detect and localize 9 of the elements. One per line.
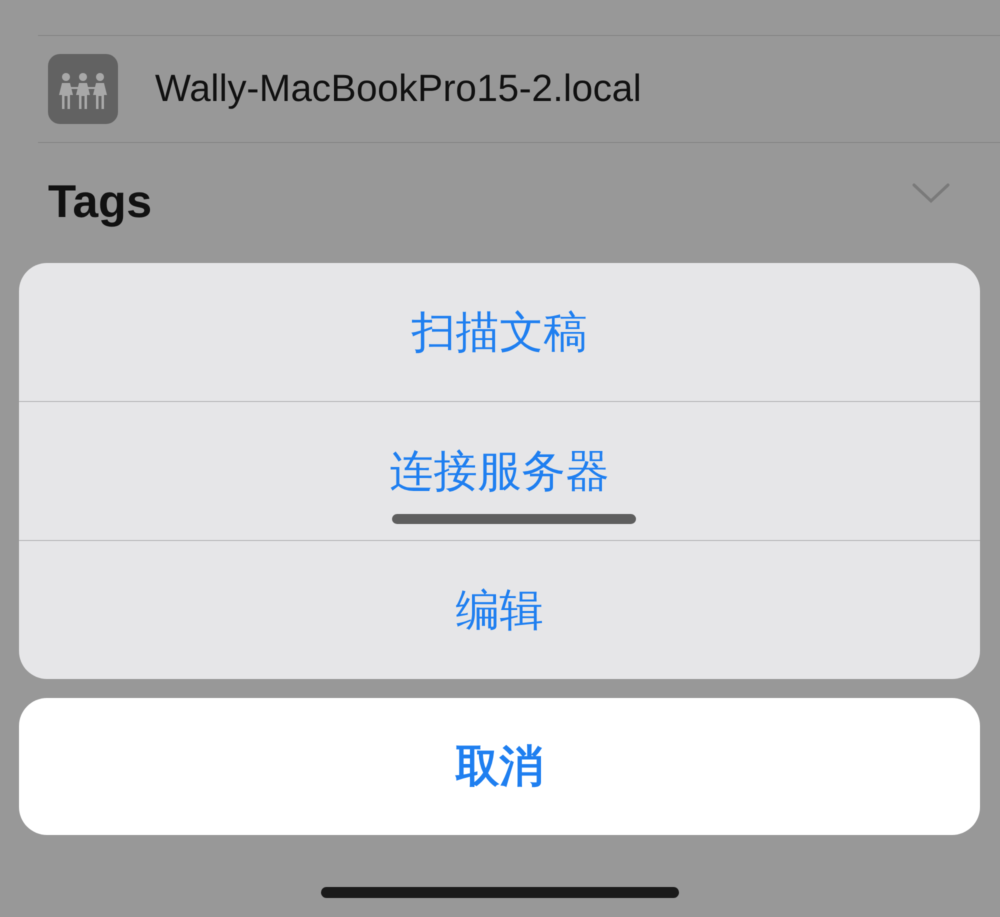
shared-computer-icon[interactable] — [48, 54, 118, 124]
action-button[interactable]: 编辑 — [19, 540, 980, 679]
action-button[interactable]: 连接服务器 — [19, 401, 980, 540]
cancel-button[interactable]: 取消 — [19, 698, 980, 835]
chevron-icon[interactable] — [912, 182, 950, 204]
home-indicator[interactable] — [321, 887, 679, 898]
server-name[interactable]: Wally-MacBookPro15-2.local — [155, 68, 642, 110]
section-title: Tags — [48, 174, 152, 228]
action-button[interactable]: 扫描文稿 — [19, 263, 980, 401]
